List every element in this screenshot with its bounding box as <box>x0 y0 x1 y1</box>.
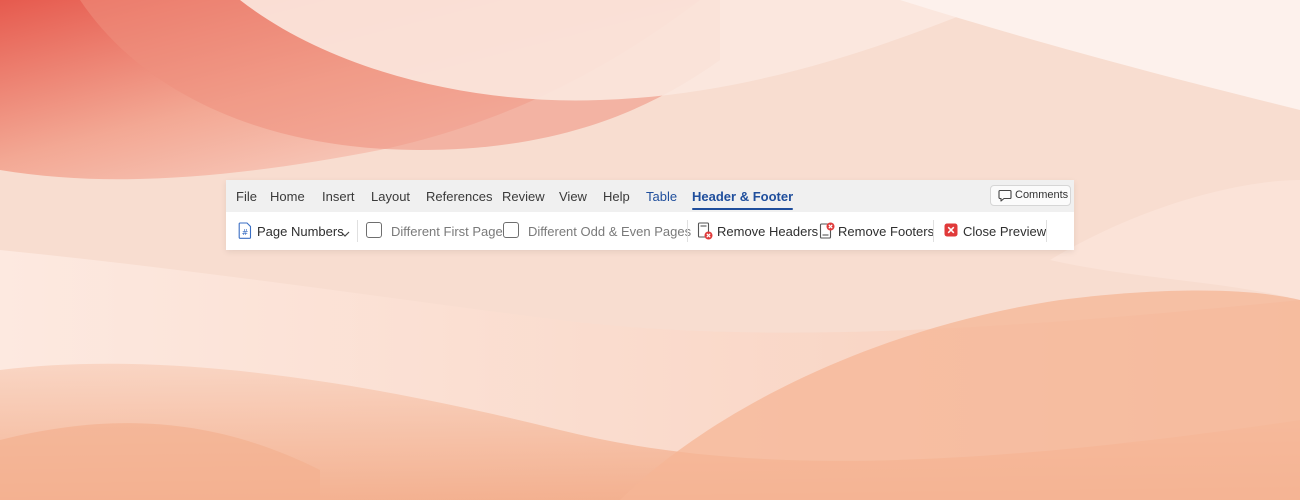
comments-button[interactable]: Comments <box>990 185 1071 206</box>
tab-view[interactable]: View <box>559 189 587 204</box>
tab-home[interactable]: Home <box>270 189 305 204</box>
close-preview-label: Close Preview <box>963 224 1047 239</box>
tab-header-footer-label: Header & Footer <box>692 189 794 204</box>
tab-references[interactable]: References <box>426 189 492 204</box>
tab-layout[interactable]: Layout <box>371 189 410 204</box>
remove-headers-button[interactable]: Remove Headers <box>697 221 818 241</box>
different-first-page-label: Different First Page <box>391 224 503 239</box>
tab-review[interactable]: Review <box>502 189 545 204</box>
remove-headers-label: Remove Headers <box>717 224 819 239</box>
remove-header-icon <box>697 222 713 245</box>
remove-footers-label: Remove Footers <box>838 224 935 239</box>
page-number-icon: # <box>238 222 252 244</box>
different-first-page-checkbox[interactable]: Different First Page <box>366 221 503 241</box>
ribbon: File Home Insert Layout References Revie… <box>226 180 1074 250</box>
checkbox-box <box>503 222 519 238</box>
tab-insert[interactable]: Insert <box>322 189 355 204</box>
tab-header-footer[interactable]: Header & Footer <box>692 189 794 210</box>
close-preview-button[interactable]: Close Preview <box>944 221 1046 242</box>
page-numbers-button[interactable]: # Page Numbers <box>238 221 356 241</box>
tab-table[interactable]: Table <box>646 189 677 204</box>
close-icon <box>944 223 958 242</box>
ribbon-tab-bar: File Home Insert Layout References Revie… <box>226 180 1074 212</box>
tab-help[interactable]: Help <box>603 189 630 204</box>
toolbar-separator <box>687 220 688 242</box>
chevron-down-icon <box>340 225 350 243</box>
comments-label: Comments <box>1015 189 1069 201</box>
active-tab-indicator <box>692 208 794 210</box>
toolbar-separator <box>357 220 358 242</box>
different-odd-even-checkbox[interactable]: Different Odd & Even Pages <box>503 221 691 241</box>
header-footer-toolbar: # Page Numbers Different First Page Diff… <box>226 212 1074 250</box>
toolbar-separator <box>1046 220 1047 242</box>
page-numbers-label: Page Numbers <box>257 224 344 239</box>
different-odd-even-label: Different Odd & Even Pages <box>528 224 692 239</box>
tab-file[interactable]: File <box>236 189 257 204</box>
toolbar-separator <box>933 220 934 242</box>
remove-footer-icon <box>819 222 835 245</box>
checkbox-box <box>366 222 382 238</box>
remove-footers-button[interactable]: Remove Footers <box>819 221 934 241</box>
desktop-wallpaper <box>0 0 1300 500</box>
comment-icon <box>998 189 1012 207</box>
svg-text:#: # <box>242 228 249 237</box>
